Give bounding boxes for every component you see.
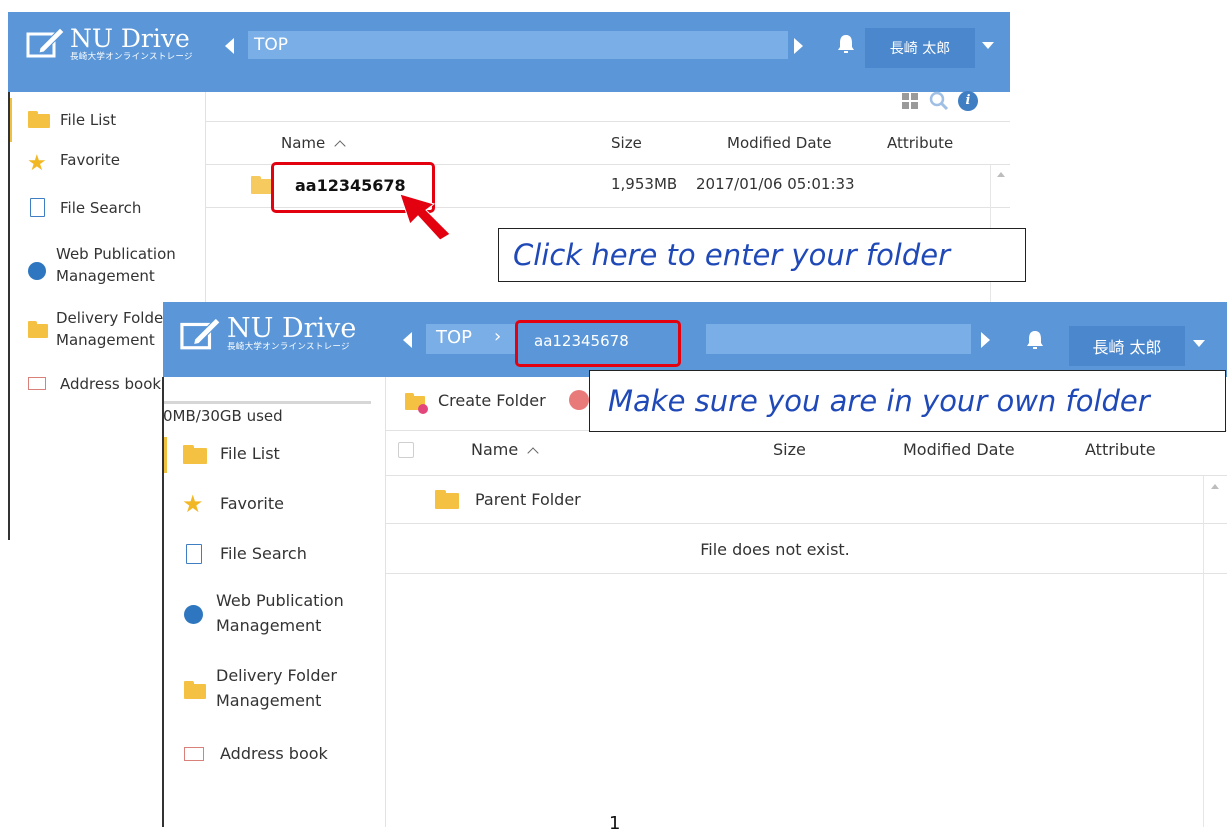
info-icon[interactable]: i [958, 91, 978, 111]
page-number: 1 [609, 813, 621, 834]
app-logo[interactable]: NU Drive 長崎大学オンラインストレージ [26, 26, 193, 62]
column-name[interactable]: Name [471, 440, 539, 459]
sidebar-item-file-list[interactable]: File List [163, 441, 378, 467]
column-size[interactable]: Size [611, 134, 642, 152]
star-icon: ★ [182, 490, 204, 518]
sidebar: 0MB/30GB used File List ★ Favorite File … [163, 377, 386, 827]
delivery-folder-icon [184, 681, 206, 699]
column-name[interactable]: Name [281, 134, 346, 152]
folder-modified: 2017/01/06 05:01:33 [696, 175, 855, 193]
address-book-icon [28, 377, 46, 390]
upload-icon[interactable] [569, 390, 589, 410]
breadcrumb-separator-icon: › [494, 326, 502, 347]
sidebar-item-address-book[interactable]: Address book [163, 741, 378, 767]
scrollbar-up-icon[interactable] [997, 172, 1005, 177]
header-bar: NU Drive 長崎大学オンラインストレージ TOP 長崎 太郎 [8, 12, 1010, 92]
sidebar-item-web-publication[interactable]: Web Publication Management [163, 589, 378, 641]
globe-icon [28, 262, 46, 280]
star-icon: ★ [27, 151, 47, 176]
column-size[interactable]: Size [773, 440, 806, 459]
select-all-checkbox[interactable] [398, 442, 414, 458]
user-menu-caret-icon[interactable] [1193, 340, 1205, 347]
nu-drive-logo-icon [180, 317, 221, 350]
file-search-icon [186, 544, 202, 564]
header-bar: NU Drive 長崎大学オンラインストレージ TOP › aa12345678… [163, 302, 1227, 377]
user-menu-button[interactable]: 長崎 太郎 [865, 28, 975, 68]
app-name: NU Drive [70, 24, 190, 53]
sidebar-item-file-list[interactable]: File List [8, 108, 198, 132]
app-logo[interactable]: NU Drive 長崎大学オンラインストレージ [179, 313, 357, 352]
nu-drive-logo-icon [26, 27, 65, 58]
folder-icon [28, 111, 50, 128]
storage-usage: 0MB/30GB used [163, 407, 283, 425]
shared-folder-icon [251, 176, 273, 194]
folder-size: 1,953MB [611, 175, 678, 193]
bell-icon[interactable] [836, 34, 856, 54]
grid-view-icon[interactable] [901, 92, 919, 110]
globe-icon [184, 605, 203, 624]
annotation-callout-enter-folder: Click here to enter your folder [498, 228, 1026, 282]
column-modified[interactable]: Modified Date [903, 440, 1015, 459]
column-modified[interactable]: Modified Date [727, 134, 832, 152]
breadcrumb-top[interactable]: TOP [254, 35, 288, 55]
user-menu-button[interactable]: 長崎 太郎 [1069, 326, 1185, 366]
back-arrow-icon[interactable] [403, 332, 412, 348]
folder-icon [183, 445, 207, 464]
sort-ascending-icon [334, 140, 346, 152]
sidebar-item-delivery-folder[interactable]: Delivery Folder Management [163, 664, 378, 716]
sidebar-item-favorite[interactable]: ★ Favorite [163, 491, 378, 517]
address-book-icon [184, 747, 204, 761]
parent-folder-icon [435, 490, 459, 509]
sort-ascending-icon [527, 447, 539, 459]
plus-badge-icon [418, 404, 428, 414]
bell-icon[interactable] [1025, 330, 1045, 350]
sidebar-item-file-search[interactable]: File Search [8, 196, 198, 220]
column-attribute[interactable]: Attribute [887, 134, 953, 152]
sidebar-item-file-search[interactable]: File Search [163, 541, 378, 567]
forward-arrow-icon[interactable] [794, 38, 803, 54]
forward-arrow-icon[interactable] [981, 332, 990, 348]
sidebar-item-web-publication[interactable]: Web Publication Management [8, 242, 198, 290]
file-search-icon [30, 198, 45, 217]
user-menu-caret-icon[interactable] [982, 42, 994, 49]
table-row-parent-folder[interactable]: Parent Folder [385, 476, 1205, 522]
delivery-folder-icon [28, 321, 48, 338]
app-subtitle: 長崎大学オンラインストレージ [227, 342, 350, 352]
create-folder-button[interactable]: Create Folder [403, 388, 553, 414]
breadcrumb-top[interactable]: TOP [436, 327, 472, 348]
empty-message: File does not exist. [700, 540, 850, 559]
red-pointer-arrow-icon [399, 193, 451, 241]
user-name: 長崎 太郎 [1092, 338, 1162, 357]
parent-folder-label: Parent Folder [475, 490, 581, 509]
search-icon[interactable] [929, 91, 949, 111]
sidebar-item-favorite[interactable]: ★ Favorite [8, 151, 198, 176]
annotation-callout-own-folder: Make sure you are in your own folder [589, 370, 1226, 432]
highlight-current-folder-box [515, 320, 681, 367]
breadcrumb: TOP [248, 31, 788, 59]
scrollbar[interactable] [1203, 476, 1204, 827]
breadcrumb: TOP › aa12345678 [426, 324, 971, 354]
column-attribute[interactable]: Attribute [1085, 440, 1156, 459]
app-name: NU Drive [227, 313, 357, 344]
back-arrow-icon[interactable] [225, 38, 234, 54]
app-subtitle: 長崎大学オンラインストレージ [70, 52, 193, 62]
user-name: 長崎 太郎 [889, 41, 951, 57]
scrollbar-up-icon[interactable] [1211, 484, 1219, 489]
